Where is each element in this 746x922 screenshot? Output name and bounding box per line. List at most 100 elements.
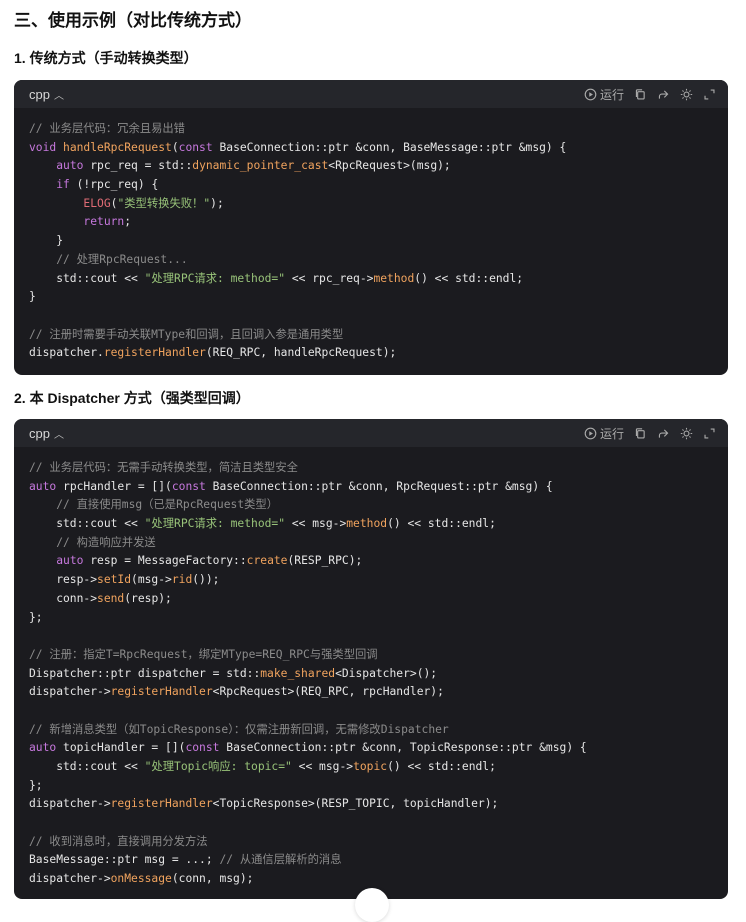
code-token: dynamic_pointer_cast [192, 159, 329, 173]
code-token: if [56, 178, 77, 192]
code-line: }; [29, 777, 713, 796]
code-token: registerHandler [110, 797, 213, 811]
code-line: } [29, 232, 713, 251]
code-token: // 从通信层解析的消息 [219, 853, 342, 867]
code-token: make_shared [260, 666, 336, 680]
code-line: conn->send(resp); [29, 590, 713, 609]
code-token: create [246, 554, 288, 568]
code-token: const [178, 140, 220, 154]
code-token: std::cout << [29, 760, 145, 773]
code-token: << msg-> [285, 517, 347, 531]
code-token: ()); [192, 573, 220, 587]
code-token: const [185, 741, 227, 755]
expand-button[interactable] [703, 427, 716, 440]
theme-button[interactable] [680, 427, 693, 440]
run-label: 运行 [599, 426, 624, 441]
code-token: return [83, 215, 125, 229]
share-button[interactable] [657, 427, 670, 440]
code-token: auto [29, 479, 64, 493]
share-arrow-icon [658, 89, 669, 99]
code-token: // 收到消息时，直接调用分发方法 [29, 834, 208, 848]
code-token: <Dispatcher>(); [335, 666, 438, 680]
copy-button[interactable] [634, 88, 647, 101]
run-button[interactable]: 运行 [584, 425, 624, 442]
code-line: auto rpc_req = std::dynamic_pointer_cast… [29, 157, 713, 176]
share-button[interactable] [657, 88, 670, 101]
code-token: dispatcher-> [29, 797, 111, 811]
code-token: BaseConnection::ptr &conn, RpcRequest::p… [212, 479, 553, 493]
share-arrow-icon [658, 428, 669, 438]
code-token: method [373, 271, 415, 285]
code-token: // 业务层代码：冗余且易出错 [29, 122, 185, 135]
code-token: auto [56, 159, 91, 173]
code-token: <RpcRequest>(REQ_RPC, rpcHandler); [212, 685, 444, 699]
code-token: void [29, 140, 64, 154]
code-token: } [29, 234, 64, 248]
code-token: (REQ_RPC, handleRpcRequest); [205, 346, 397, 360]
code-token: () << std::endl; [387, 760, 496, 773]
language-toggle[interactable]: cpp ︿ [29, 426, 64, 441]
sun-icon [680, 88, 693, 100]
expand-button[interactable] [703, 88, 716, 101]
code-token: // 处理RpcRequest... [56, 252, 188, 266]
code-token: // 注册：指定T=RpcRequest，绑定MType=REQ_RPC与强类型… [29, 647, 378, 661]
code-token: // 构造响应并发送 [56, 535, 156, 549]
code-token: conn-> [29, 591, 98, 605]
code-line: std::cout << "处理Topic响应: topic=" << msg-… [29, 758, 713, 777]
code-token: std::cout << [29, 271, 145, 285]
code-token: std::cout << [29, 517, 145, 531]
code-line: resp->setId(msg->rid()); [29, 571, 713, 590]
code-line: if (!rpc_req) { [29, 176, 713, 195]
code-token: "处理Topic响应: topic=" [144, 760, 292, 773]
code-token: dispatcher. [29, 346, 104, 360]
code-token: method [346, 517, 388, 531]
scroll-to-bottom-button[interactable] [355, 888, 389, 922]
run-label: 运行 [599, 87, 624, 102]
code-token: dispatcher-> [29, 872, 111, 886]
run-button[interactable]: 运行 [584, 86, 624, 103]
code-token: ); [210, 196, 224, 210]
code-line: auto resp = MessageFactory::create(RESP_… [29, 552, 713, 571]
chevron-up-icon: ︿ [53, 90, 64, 102]
code-token: BaseConnection::ptr &conn, TopicResponse… [226, 741, 587, 755]
copy-button[interactable] [634, 427, 647, 440]
language-toggle[interactable]: cpp ︿ [29, 87, 64, 102]
code-token: resp-> [29, 573, 98, 587]
code-token: // 新增消息类型（如TopicResponse）：仅需注册新回调，无需修改Di… [29, 722, 449, 736]
code-token: Dispatcher::ptr dispatcher = std:: [29, 666, 261, 680]
theme-button[interactable] [680, 88, 693, 101]
code-token: "类型转换失败！" [117, 196, 211, 210]
code-token: rpc_req = std:: [90, 159, 193, 173]
code-line: dispatcher->onMessage(conn, msg); [29, 870, 713, 889]
code-line: std::cout << "处理RPC请求: method=" << msg->… [29, 515, 713, 534]
code-line: // 新增消息类型（如TopicResponse）：仅需注册新回调，无需修改Di… [29, 721, 713, 740]
code-token: (resp); [124, 591, 172, 605]
language-label: cpp [29, 425, 50, 441]
code-token: onMessage [110, 872, 172, 886]
code-line: }; [29, 609, 713, 628]
code-token: << msg-> [291, 760, 354, 773]
code-token: registerHandler [103, 346, 206, 360]
code-token: (RESP_RPC); [287, 554, 363, 568]
code-token: handleRpcRequest [63, 140, 172, 154]
play-icon [584, 427, 597, 439]
code-token: ( [171, 140, 179, 154]
code-block-header: cpp ︿ 运行 [14, 419, 728, 447]
language-label: cpp [29, 86, 50, 102]
code-token: resp = MessageFactory:: [90, 554, 247, 568]
code-line: // 构造响应并发送 [29, 534, 713, 553]
code-token: send [97, 591, 125, 605]
code-line: // 处理RpcRequest... [29, 251, 713, 270]
code-token: // 注册时需要手动关联MType和回调，且回调入参是通用类型 [29, 327, 344, 341]
code-token: rid [171, 573, 193, 587]
code-token: auto [29, 741, 64, 755]
expand-icon [704, 88, 715, 100]
code-token: <TopicResponse>(RESP_TOPIC, topicHandler… [212, 797, 499, 811]
